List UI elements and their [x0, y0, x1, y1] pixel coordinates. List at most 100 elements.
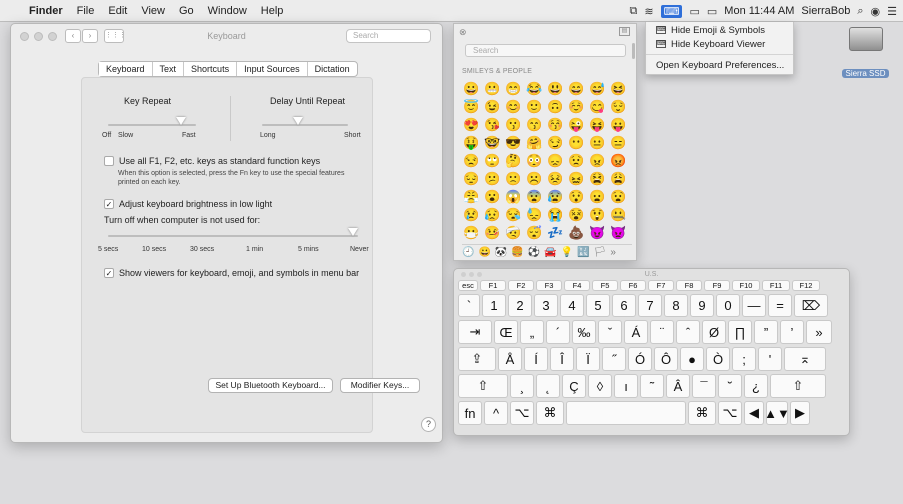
- key[interactable]: ”: [754, 320, 778, 344]
- emoji-category-icon[interactable]: 💡: [561, 247, 573, 258]
- emoji-category-icon[interactable]: 🕘: [462, 247, 474, 258]
- emoji-category-icon[interactable]: ⚽: [528, 247, 540, 258]
- key[interactable]: ∏: [728, 320, 752, 344]
- emoji-category-icon[interactable]: 🐼: [495, 247, 507, 258]
- scrollbar[interactable]: [632, 43, 635, 59]
- back-icon[interactable]: ‹: [65, 29, 81, 43]
- key[interactable]: F10: [732, 280, 760, 291]
- emoji-cell[interactable]: 😯: [566, 188, 587, 206]
- checkbox-box[interactable]: ✓: [104, 268, 114, 278]
- emoji-cell[interactable]: 😘: [482, 116, 503, 134]
- emoji-cell[interactable]: 😱: [503, 188, 524, 206]
- key[interactable]: F5: [592, 280, 618, 291]
- emoji-cell[interactable]: 😶: [566, 134, 587, 152]
- emoji-cell[interactable]: 😵: [566, 206, 587, 224]
- key[interactable]: ¨: [650, 320, 674, 344]
- key[interactable]: Å: [498, 347, 522, 371]
- menu-help[interactable]: Help: [254, 0, 291, 22]
- key[interactable]: F4: [564, 280, 590, 291]
- key[interactable]: Ï: [576, 347, 600, 371]
- key[interactable]: ˘: [718, 374, 742, 398]
- key[interactable]: ^: [484, 401, 508, 425]
- delay-knob[interactable]: [293, 117, 303, 125]
- apple-logo-icon[interactable]: ●: [680, 347, 704, 371]
- delay-track[interactable]: [262, 124, 348, 126]
- key[interactable]: ⌘: [688, 401, 716, 425]
- key[interactable]: F12: [792, 280, 820, 291]
- forward-icon[interactable]: ›: [82, 29, 98, 43]
- hide-emoji-item[interactable]: ⌨ Hide Emoji & Symbols: [646, 24, 793, 36]
- key[interactable]: `: [458, 294, 480, 317]
- emoji-cell[interactable]: 😐: [587, 134, 608, 152]
- key[interactable]: ◀: [744, 401, 764, 425]
- emoji-cell[interactable]: 😡: [608, 152, 629, 170]
- key[interactable]: ˛: [536, 374, 560, 398]
- key[interactable]: ⌥: [510, 401, 534, 425]
- key[interactable]: Á: [624, 320, 648, 344]
- emoji-cell[interactable]: 😜: [566, 116, 587, 134]
- emoji-cell[interactable]: 😆: [608, 80, 629, 98]
- key[interactable]: F3: [536, 280, 562, 291]
- emoji-category-icon[interactable]: 🏳: [594, 247, 607, 258]
- emoji-cell[interactable]: 😈: [587, 224, 608, 242]
- clock[interactable]: Mon 11:44 AM: [724, 5, 794, 17]
- zoom-button[interactable]: [48, 31, 57, 41]
- emoji-cell[interactable]: 😧: [608, 188, 629, 206]
- menu-window[interactable]: Window: [201, 0, 254, 22]
- fn-keys-checkbox[interactable]: Use all F1, F2, etc. keys as standard fu…: [104, 156, 320, 166]
- user-name[interactable]: SierraBob: [801, 5, 850, 17]
- emoji-cell[interactable]: 😢: [461, 206, 482, 224]
- key[interactable]: ˝: [602, 347, 626, 371]
- key[interactable]: 1: [482, 294, 506, 317]
- emoji-cell[interactable]: 😙: [524, 116, 545, 134]
- emoji-cell[interactable]: 😂: [524, 80, 545, 98]
- emoji-cell[interactable]: 🤒: [482, 224, 503, 242]
- key[interactable]: Ø: [702, 320, 726, 344]
- menu-finder[interactable]: Finder: [22, 0, 70, 22]
- emoji-category-icon[interactable]: 🍔: [511, 247, 523, 258]
- emoji-cell[interactable]: 🤑: [461, 134, 482, 152]
- key[interactable]: ˇ: [598, 320, 622, 344]
- emoji-cell[interactable]: 😟: [566, 152, 587, 170]
- emoji-cell[interactable]: 😑: [608, 134, 629, 152]
- emoji-cell[interactable]: ☹️: [524, 170, 545, 188]
- emoji-cell[interactable]: 😋: [587, 98, 608, 116]
- emoji-cell[interactable]: 😪: [503, 206, 524, 224]
- key[interactable]: ‰: [572, 320, 596, 344]
- emoji-category-icon[interactable]: 😀: [478, 247, 490, 258]
- drive-label[interactable]: Sierra SSD: [842, 69, 889, 78]
- emoji-cell[interactable]: 😩: [608, 170, 629, 188]
- wifi-icon[interactable]: ≋: [644, 5, 653, 18]
- tab-text[interactable]: Text: [153, 62, 185, 76]
- key[interactable]: 8: [664, 294, 688, 317]
- emoji-cell[interactable]: 😒: [461, 152, 482, 170]
- minimize-button[interactable]: [34, 31, 43, 41]
- emoji-cell[interactable]: 😦: [587, 188, 608, 206]
- key[interactable]: ¸: [510, 374, 534, 398]
- emoji-cell[interactable]: 🙃: [545, 98, 566, 116]
- emoji-cell[interactable]: 🙄: [482, 152, 503, 170]
- key[interactable]: ⇪: [458, 347, 496, 371]
- key[interactable]: 5: [586, 294, 610, 317]
- key[interactable]: ⇥: [458, 320, 492, 344]
- display-icon[interactable]: ⧉: [630, 5, 638, 18]
- key[interactable]: ı: [614, 374, 638, 398]
- key[interactable]: F6: [620, 280, 646, 291]
- key[interactable]: ⌘: [536, 401, 564, 425]
- key[interactable]: Ò: [706, 347, 730, 371]
- key[interactable]: ´: [546, 320, 570, 344]
- key[interactable]: F7: [648, 280, 674, 291]
- key[interactable]: F9: [704, 280, 730, 291]
- close-button[interactable]: [20, 31, 29, 41]
- key[interactable]: Â: [666, 374, 690, 398]
- emoji-cell[interactable]: 😅: [587, 80, 608, 98]
- key[interactable]: ¯: [692, 374, 716, 398]
- emoji-cell[interactable]: 😥: [482, 206, 503, 224]
- emoji-cell[interactable]: 😓: [524, 206, 545, 224]
- emoji-cell[interactable]: 😉: [482, 98, 503, 116]
- emoji-cell[interactable]: 😊: [503, 98, 524, 116]
- search-input[interactable]: Search: [346, 29, 431, 43]
- hide-keyboard-viewer-item[interactable]: ⌨ Hide Keyboard Viewer: [646, 38, 793, 50]
- input-menu-icon[interactable]: ⌨: [660, 4, 683, 18]
- key[interactable]: ': [758, 347, 782, 371]
